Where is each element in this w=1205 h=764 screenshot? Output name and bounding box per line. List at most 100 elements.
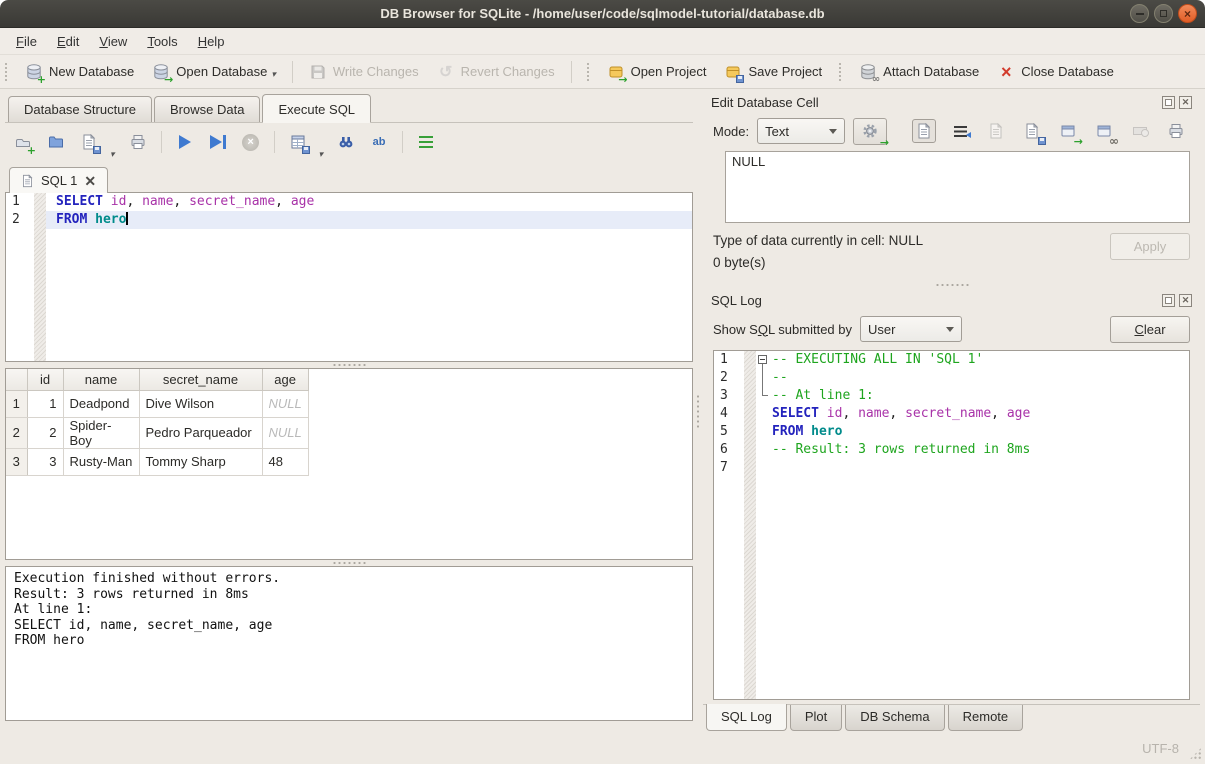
row-header[interactable]: 2 <box>6 417 27 448</box>
execute-all-icon[interactable] <box>175 132 195 152</box>
execution-message: Execution finished without errors. Resul… <box>14 571 684 649</box>
table-cell[interactable]: 48 <box>262 448 308 475</box>
table-cell[interactable]: Spider-Boy <box>63 417 139 448</box>
cell-editor[interactable]: NULL <box>725 151 1190 223</box>
toolbar-handle[interactable] <box>4 62 9 82</box>
menu-file[interactable]: File <box>6 30 47 53</box>
editor-line-numbers: 12 <box>6 193 34 361</box>
execute-current-line-icon[interactable] <box>208 132 228 152</box>
tab-browse-data[interactable]: Browse Data <box>154 96 260 122</box>
table-cell[interactable]: Rusty-Man <box>63 448 139 475</box>
tab-database-structure[interactable]: Database Structure <box>8 96 152 122</box>
dock-float-icon[interactable] <box>1162 96 1175 109</box>
close-database-icon: × <box>997 63 1015 81</box>
line-number: 2 <box>6 211 34 229</box>
dropdown-arrow-icon[interactable]: ▾ <box>110 149 115 161</box>
toolbar-handle[interactable] <box>838 62 843 82</box>
edit-database-cell-dock: Edit Database Cell ✕ Mode: Text → <box>703 91 1200 281</box>
clear-button[interactable]: Clear <box>1110 316 1190 343</box>
window-title: DB Browser for SQLite - /home/user/code/… <box>0 6 1205 21</box>
toolbar-handle[interactable] <box>586 62 591 82</box>
submitter-select[interactable]: User <box>860 316 962 342</box>
table-cell[interactable]: Deadpond <box>63 390 139 417</box>
code-line: -- <box>756 369 1189 387</box>
dock-close-icon[interactable]: ✕ <box>1179 96 1192 109</box>
table-cell[interactable]: 2 <box>27 417 63 448</box>
column-header-secret-name[interactable]: secret_name <box>139 369 262 390</box>
table-cell[interactable]: NULL <box>262 417 308 448</box>
chevron-down-icon <box>946 327 954 332</box>
autocomplete-icon[interactable]: ab <box>369 132 389 152</box>
open-database-button[interactable]: → Open Database ▾ <box>150 61 278 83</box>
editor-code-area[interactable]: SELECT id, name, secret_name, ageFROM he… <box>46 193 692 361</box>
right-pane: Edit Database Cell ✕ Mode: Text → <box>703 89 1200 734</box>
table-cell[interactable]: Tommy Sharp <box>139 448 262 475</box>
menu-help[interactable]: Help <box>188 30 235 53</box>
open-external-icon[interactable]: → <box>1056 119 1080 143</box>
column-header-age[interactable]: age <box>262 369 308 390</box>
column-header-name[interactable]: name <box>63 369 139 390</box>
fold-marker-icon[interactable] <box>758 355 767 364</box>
dropdown-arrow-icon[interactable]: ▾ <box>271 69 276 81</box>
dropdown-arrow-icon[interactable]: ▾ <box>319 149 324 161</box>
attach-database-button[interactable]: ∞ Attach Database <box>857 61 981 83</box>
resize-grip[interactable] <box>1189 747 1202 760</box>
row-header[interactable]: 3 <box>6 448 27 475</box>
sql-editor[interactable]: 12 SELECT id, name, secret_name, ageFROM… <box>5 192 693 362</box>
row-header[interactable]: 1 <box>6 390 27 417</box>
menu-tools[interactable]: Tools <box>137 30 187 53</box>
format-sql-icon[interactable] <box>416 132 436 152</box>
auto-format-button[interactable]: → <box>853 118 887 145</box>
import-data-icon <box>984 119 1008 143</box>
save-results-icon[interactable] <box>288 132 308 152</box>
find-icon[interactable] <box>336 132 356 152</box>
code-line <box>756 459 1189 477</box>
corner-header <box>6 369 27 390</box>
column-header-id[interactable]: id <box>27 369 63 390</box>
dock-float-icon[interactable] <box>1162 294 1175 307</box>
dock-splitter[interactable] <box>703 281 1200 289</box>
print-cell-icon[interactable] <box>1164 119 1188 143</box>
word-wrap-icon[interactable] <box>948 119 972 143</box>
save-project-button[interactable]: Save Project <box>722 61 824 83</box>
dock-tab-plot[interactable]: Plot <box>790 705 842 731</box>
sql-log-view[interactable]: 1234567 -- EXECUTING ALL IN 'SQL 1'---- … <box>713 350 1190 700</box>
dock-tab-db-schema[interactable]: DB Schema <box>845 705 944 731</box>
new-sql-tab-icon[interactable]: + <box>13 132 33 152</box>
dock-tab-bar: SQL LogPlotDB SchemaRemote <box>703 704 1200 731</box>
text-mode-icon[interactable] <box>912 119 936 143</box>
open-project-button[interactable]: → Open Project <box>605 61 709 83</box>
close-button[interactable]: × <box>1178 4 1197 23</box>
open-sql-file-icon[interactable] <box>46 132 66 152</box>
menu-view[interactable]: View <box>89 30 137 53</box>
table-cell[interactable]: Dive Wilson <box>139 390 262 417</box>
export-data-icon[interactable] <box>1020 119 1044 143</box>
close-tab-icon[interactable]: ✕ <box>84 174 96 188</box>
table-cell[interactable]: 1 <box>27 390 63 417</box>
table-cell[interactable]: NULL <box>262 390 308 417</box>
open-database-icon: → <box>152 63 170 81</box>
cell-size-info: 0 byte(s) <box>713 255 923 270</box>
save-sql-file-icon[interactable] <box>79 132 99 152</box>
new-database-button[interactable]: + New Database <box>23 61 136 83</box>
titlebar[interactable]: DB Browser for SQLite - /home/user/code/… <box>0 0 1205 28</box>
splitter-vertical[interactable] <box>693 89 703 734</box>
tab-execute-sql[interactable]: Execute SQL <box>262 94 371 123</box>
maximize-button[interactable] <box>1154 4 1173 23</box>
results-header-row: idnamesecret_nameage <box>6 369 308 390</box>
copy-link-icon[interactable]: ∞ <box>1092 119 1116 143</box>
sql-tab[interactable]: SQL 1 ✕ <box>9 167 108 193</box>
splitter-handle-icon <box>935 283 969 287</box>
menu-edit[interactable]: Edit <box>47 30 89 53</box>
close-database-button[interactable]: × Close Database <box>995 61 1116 83</box>
mode-select[interactable]: Text <box>757 118 845 144</box>
chevron-down-icon <box>829 129 837 134</box>
table-cell[interactable]: Pedro Parqueador <box>139 417 262 448</box>
dock-tab-sql-log[interactable]: SQL Log <box>706 704 787 731</box>
main-area: Database StructureBrowse DataExecute SQL… <box>0 89 1205 734</box>
table-cell[interactable]: 3 <box>27 448 63 475</box>
dock-close-icon[interactable]: ✕ <box>1179 294 1192 307</box>
minimize-button[interactable] <box>1130 4 1149 23</box>
print-sql-icon[interactable] <box>128 132 148 152</box>
dock-tab-remote[interactable]: Remote <box>948 705 1024 731</box>
